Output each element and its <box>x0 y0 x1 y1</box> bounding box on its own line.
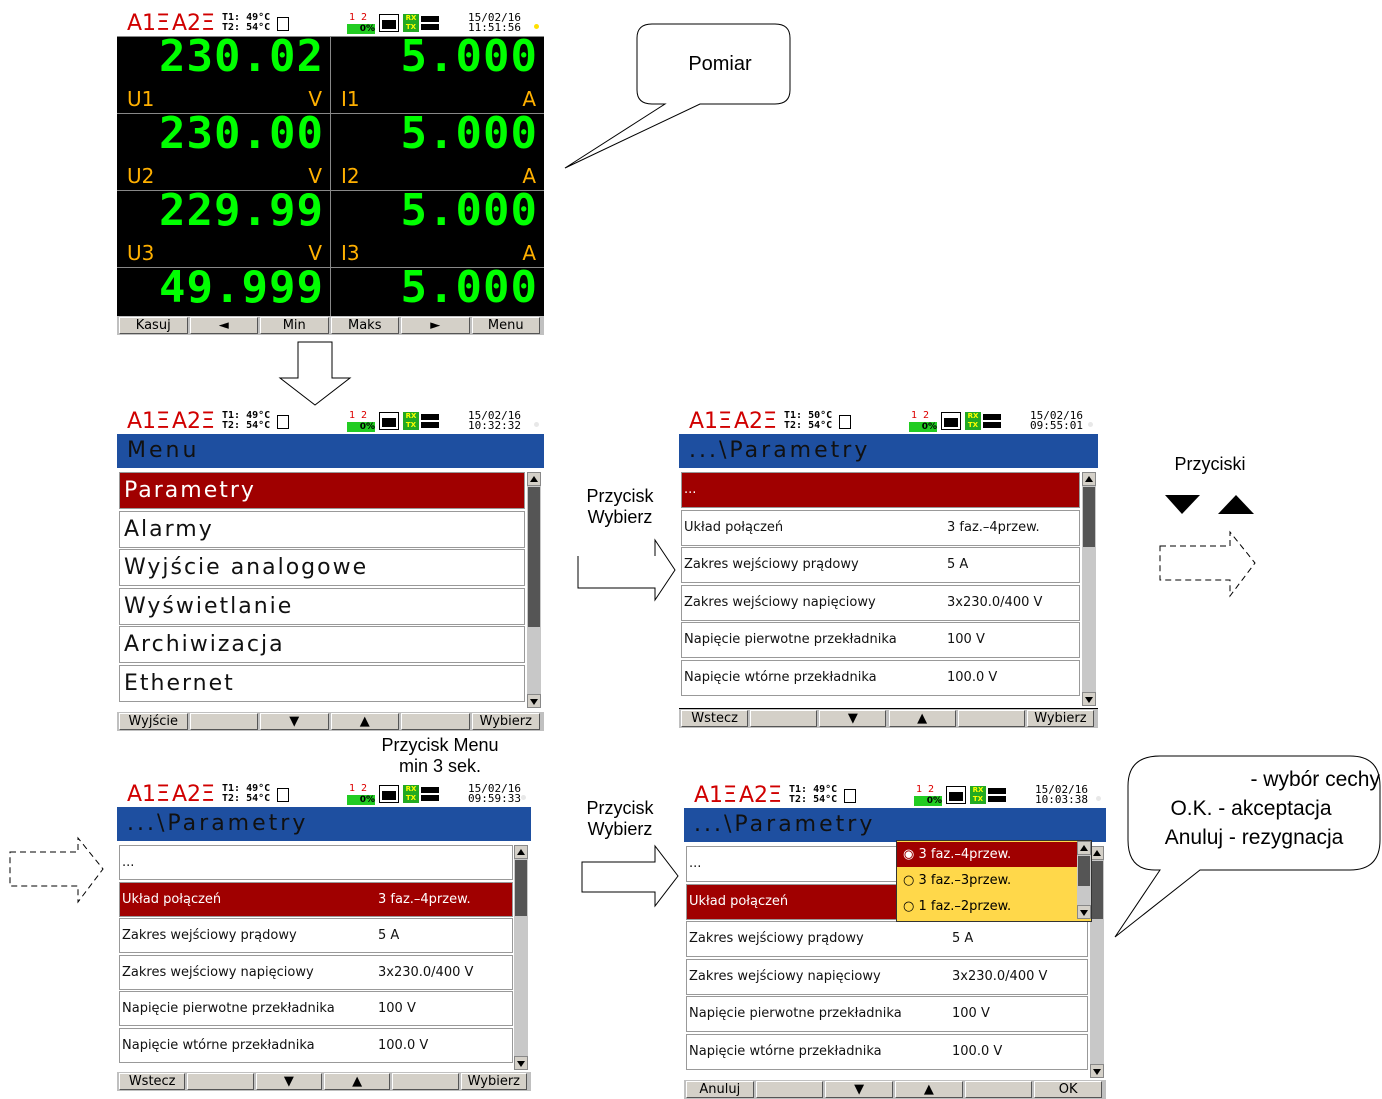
callout-line-2: O.K. - akceptacja <box>1170 797 1332 820</box>
up-triangle-icon <box>1218 495 1254 514</box>
przyciski-note: Przyciski <box>1174 454 1246 474</box>
down-arrow <box>278 341 352 406</box>
down-triangle-icon <box>1165 495 1200 514</box>
callout-line-3: Anuluj - rezygnacja <box>1164 826 1344 849</box>
dashed-arrow-left <box>9 836 104 904</box>
pomiar-callout-shape <box>564 23 791 169</box>
przycisk-wybierz-note-2: Przycisk Wybierz <box>586 798 654 839</box>
przycisk-wybierz-note-1: Przycisk Wybierz <box>586 486 654 527</box>
callout-line-1: - wybór cechy <box>1250 768 1380 791</box>
przycisk-menu-note: Przycisk Menu min 3 sek. <box>381 735 499 776</box>
right-arrow-2 <box>581 844 679 908</box>
pomiar-label: Pomiar <box>688 53 752 75</box>
right-arrow-1 <box>577 538 676 602</box>
dashed-arrow-right <box>1159 530 1256 598</box>
annotation-layer <box>9 23 1381 938</box>
